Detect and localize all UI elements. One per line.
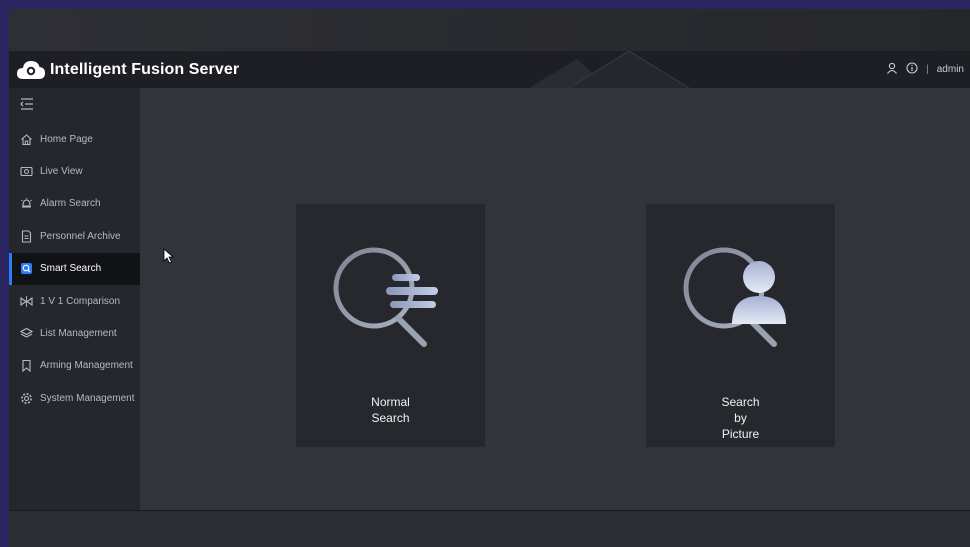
header-user-area: | admin <box>886 51 964 88</box>
sidebar-item-personnel-archive[interactable]: Personnel Archive <box>9 220 140 252</box>
compare-icon <box>19 294 33 308</box>
sidebar-item-home-page[interactable]: Home Page <box>9 123 140 155</box>
card-label: Search by Picture <box>721 395 760 441</box>
collapse-menu-icon[interactable] <box>19 97 35 111</box>
sidebar-item-label: Live View <box>40 166 83 178</box>
document-icon <box>19 229 33 243</box>
gear-icon <box>19 391 33 405</box>
header-separator: | <box>926 64 929 75</box>
picture-search-icon <box>683 247 786 347</box>
sidebar-item-live-view[interactable]: Live View <box>9 155 140 187</box>
sidebar-item-label: Arming Management <box>40 360 133 372</box>
alarm-icon <box>19 197 33 211</box>
home-icon <box>19 132 33 146</box>
normal-search-card[interactable]: Normal Search <box>296 204 485 447</box>
sidebar-item-label: 1 V 1 Comparison <box>40 295 121 307</box>
sidebar-item-system-management[interactable]: System Management <box>9 382 140 414</box>
user-icon[interactable] <box>886 62 898 77</box>
sidebar-item-label: Home Page <box>40 133 93 145</box>
sidebar-item-label: Smart Search <box>40 263 102 275</box>
username[interactable]: admin <box>937 64 964 75</box>
footer-bar <box>9 510 970 547</box>
search-by-picture-card[interactable]: Search by Picture <box>646 204 835 447</box>
smart-search-icon <box>19 262 33 276</box>
app-title: Intelligent Fusion Server <box>50 60 240 78</box>
main-content: Normal Search Search by Picture <box>140 88 970 510</box>
layers-icon <box>19 327 33 341</box>
sidebar-item-1v1-comparison[interactable]: 1 V 1 Comparison <box>9 285 140 317</box>
bookmark-icon <box>19 359 33 373</box>
sidebar-item-label: System Management <box>40 392 135 404</box>
sidebar-nav: Home Page Live View Alarm Search Personn… <box>9 123 140 415</box>
header-decoration <box>529 51 690 88</box>
card-label: Normal Search <box>371 395 410 425</box>
sidebar-item-arming-management[interactable]: Arming Management <box>9 350 140 382</box>
camera-icon <box>19 165 33 179</box>
cloud-logo-icon <box>16 58 46 82</box>
sidebar-item-label: Personnel Archive <box>40 230 121 242</box>
mouse-pointer-icon <box>163 248 175 264</box>
sidebar-item-smart-search[interactable]: Smart Search <box>9 252 140 286</box>
window-top-bar <box>9 9 970 51</box>
sidebar-item-list-management[interactable]: List Management <box>9 317 140 349</box>
info-icon[interactable] <box>906 62 918 77</box>
sidebar-item-alarm-search[interactable]: Alarm Search <box>9 188 140 220</box>
sidebar-item-label: List Management <box>40 328 117 340</box>
sidebar-item-label: Alarm Search <box>40 198 101 210</box>
app-header: Intelligent Fusion Server | admin <box>9 51 970 89</box>
sidebar: Home Page Live View Alarm Search Personn… <box>9 88 140 510</box>
normal-search-icon <box>333 247 438 347</box>
